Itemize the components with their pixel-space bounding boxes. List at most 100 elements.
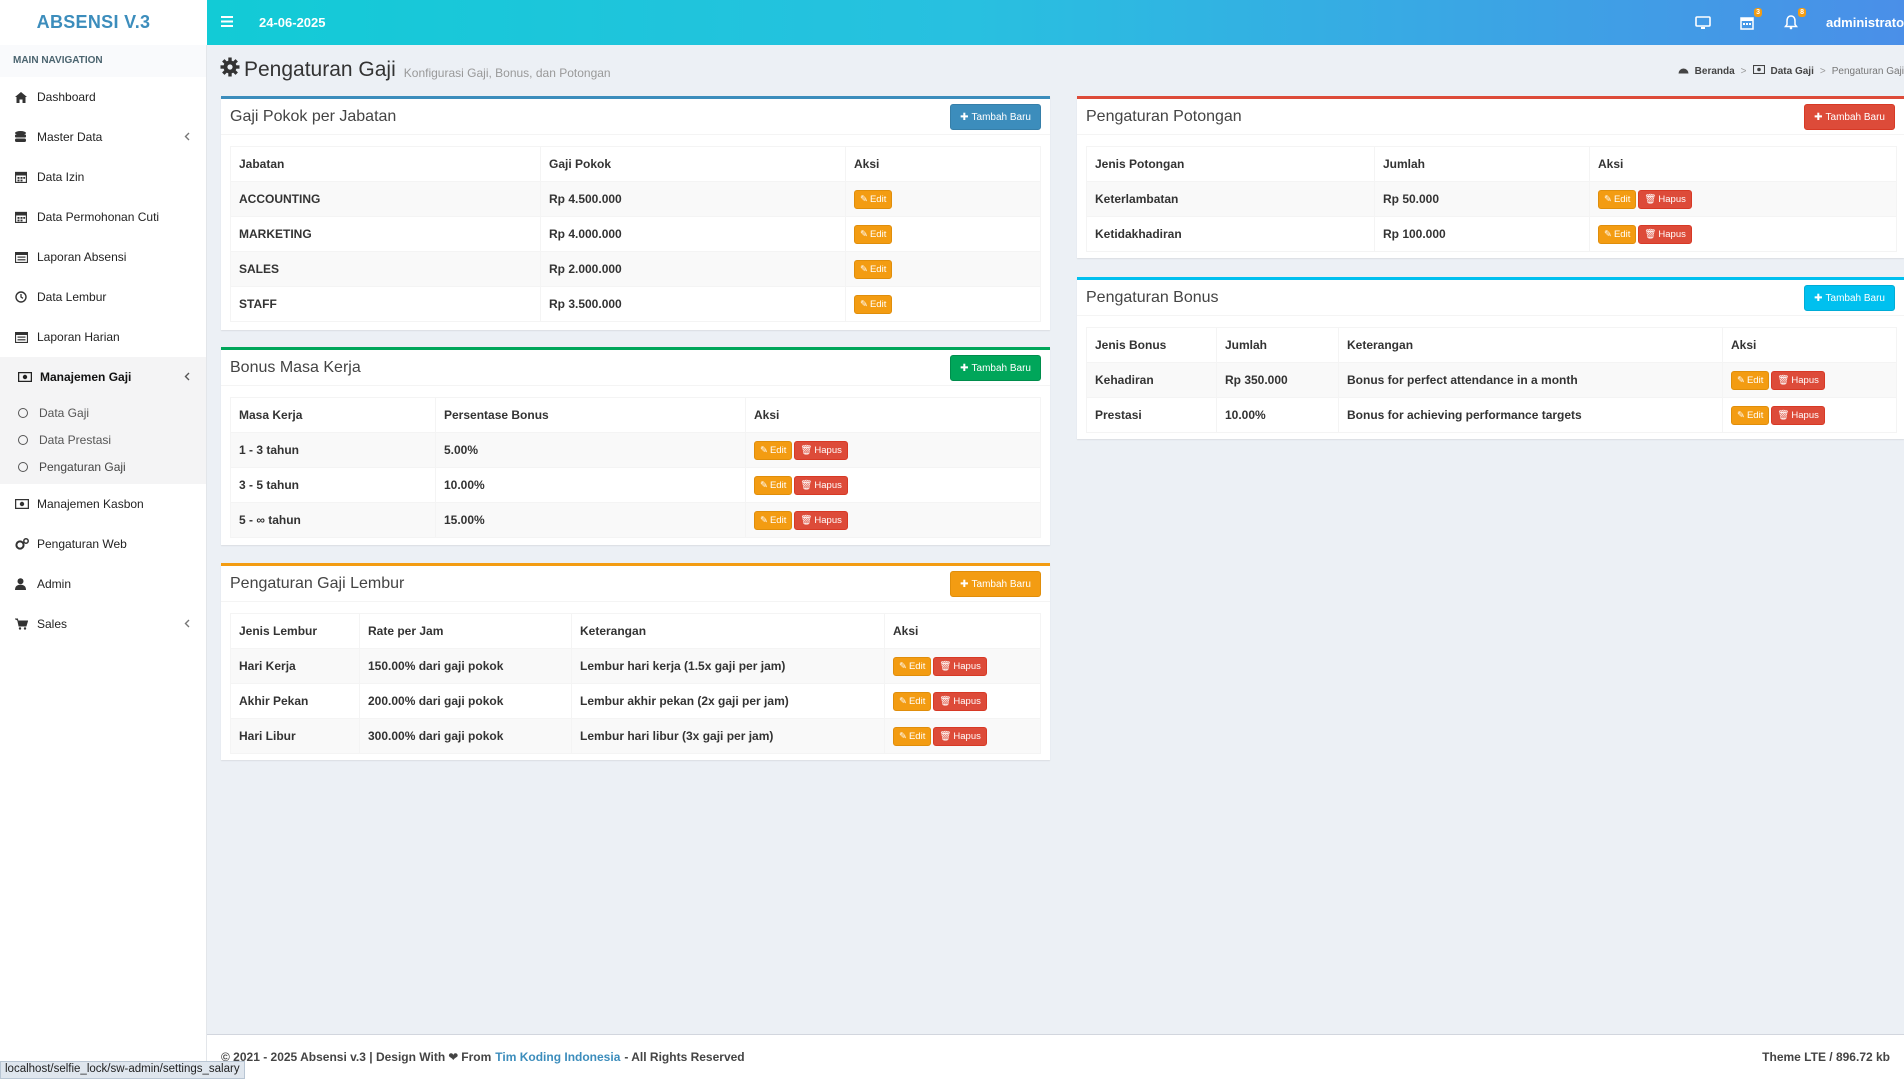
edit-button[interactable]: ✎ Edit [1598, 189, 1637, 209]
breadcrumb-separator: > [1819, 65, 1826, 77]
edit-button[interactable]: ✎ Edit [754, 440, 793, 460]
delete-button[interactable]: 🗑 Hapus [933, 656, 987, 676]
add-gaji-lembur-button[interactable]: ✚ Tambah Baru [950, 571, 1041, 597]
table-row: Akhir Pekan 200.00% dari gaji pokok Lemb… [230, 683, 1041, 719]
edit-button[interactable]: ✎ Edit [893, 726, 932, 746]
breadcrumb-current: Pengaturan Gaji [1831, 65, 1904, 77]
box-title: Pengaturan Potongan [1086, 107, 1242, 125]
bell-badge: 8 [1798, 7, 1806, 17]
cell-jenis-lembur: Akhir Pekan [230, 683, 360, 719]
plus-icon: ✚ [1814, 111, 1823, 123]
submenu-item-data-gaji[interactable]: Data Gaji [0, 399, 206, 426]
edit-button[interactable]: ✎ Edit [854, 259, 893, 279]
sidebar-item-label: Manajemen Gaji [40, 370, 132, 384]
add-bonus-masa-kerja-button[interactable]: ✚ Tambah Baru [950, 355, 1041, 381]
column-header: Jumlah [1216, 327, 1339, 363]
table-row: Keterlambatan Rp 50.000 ✎ Edit 🗑 Hapus [1086, 181, 1897, 217]
edit-button[interactable]: ✎ Edit [854, 224, 893, 244]
footer-theme: Theme LTE / 896.72 kb [1762, 1050, 1890, 1064]
submenu-item-pengaturan-gaji[interactable]: Pengaturan Gaji [0, 453, 206, 480]
table-row: Ketidakhadiran Rp 100.000 ✎ Edit 🗑 Hapus [1086, 216, 1897, 252]
edit-button[interactable]: ✎ Edit [854, 294, 893, 314]
submenu-item-data-prestasi[interactable]: Data Prestasi [0, 426, 206, 453]
delete-button[interactable]: 🗑 Hapus [1771, 370, 1825, 390]
top-bar: ABSENSI V.3 24-06-2025 3 8 administrator [0, 0, 1904, 45]
chevron-left-icon [184, 617, 190, 631]
table-header-row: Jenis Potongan Jumlah Aksi [1086, 146, 1897, 182]
circle-icon [18, 407, 28, 418]
delete-button[interactable]: 🗑 Hapus [1771, 405, 1825, 425]
submenu-manajemen-gaji: Data Gaji Data Prestasi Pengaturan Gaji [0, 397, 206, 484]
cell-gaji: Rp 4.500.000 [540, 181, 846, 217]
menu-toggle-icon[interactable] [207, 14, 247, 32]
bell-icon[interactable]: 8 [1782, 7, 1806, 32]
sidebar-header: MAIN NAVIGATION [0, 45, 206, 77]
edit-button[interactable]: ✎ Edit [1598, 224, 1637, 244]
delete-button[interactable]: 🗑 Hapus [1638, 189, 1692, 209]
money-icon [18, 372, 40, 382]
user-menu[interactable]: administrator [1826, 15, 1904, 30]
sidebar-item-dashboard[interactable]: Dashboard [0, 77, 206, 117]
list-alt-icon [15, 331, 37, 343]
column-header: Aksi [745, 397, 1041, 433]
plus-icon: ✚ [960, 362, 969, 374]
sidebar-item-label: Data Izin [37, 170, 85, 184]
sidebar-item-manajemen-kasbon[interactable]: Manajemen Kasbon [0, 484, 206, 524]
sidebar-item-data-permohonan-cuti[interactable]: Data Permohonan Cuti [0, 197, 206, 237]
delete-button[interactable]: 🗑 Hapus [794, 440, 848, 460]
plus-icon: ✚ [1814, 292, 1823, 304]
box-title: Pengaturan Bonus [1086, 288, 1219, 306]
edit-button[interactable]: ✎ Edit [1731, 370, 1770, 390]
page-header: Pengaturan Gaji Konfigurasi Gaji, Bonus,… [207, 45, 1904, 94]
add-bonus-button[interactable]: ✚ Tambah Baru [1804, 285, 1895, 311]
cogs-icon [15, 538, 37, 550]
breadcrumb-home[interactable]: Beranda [1695, 66, 1735, 77]
sidebar-item-data-izin[interactable]: Data Izin [0, 157, 206, 197]
footer: © 2021 - 2025 Absensi v.3 | Design With … [207, 1034, 1904, 1079]
edit-button[interactable]: ✎ Edit [1731, 405, 1770, 425]
column-header: Jenis Bonus [1086, 327, 1217, 363]
page-title-text: Pengaturan Gaji [244, 57, 396, 81]
edit-button[interactable]: ✎ Edit [854, 189, 893, 209]
add-potongan-button[interactable]: ✚ Tambah Baru [1804, 104, 1895, 130]
delete-button[interactable]: 🗑 Hapus [933, 691, 987, 711]
sidebar-item-manajemen-gaji[interactable]: Manajemen Gaji [0, 357, 206, 397]
cell-masa-kerja: 5 - ∞ tahun [230, 502, 436, 538]
breadcrumb-data-gaji[interactable]: Data Gaji [1771, 66, 1814, 77]
sidebar-item-master-data[interactable]: Master Data [0, 117, 206, 157]
plus-icon: ✚ [960, 111, 969, 123]
calendar-icon[interactable]: 3 [1738, 7, 1762, 32]
column-header: Gaji Pokok [540, 146, 846, 182]
edit-button[interactable]: ✎ Edit [754, 475, 793, 495]
edit-button[interactable]: ✎ Edit [893, 691, 932, 711]
edit-button[interactable]: ✎ Edit [754, 510, 793, 530]
plus-icon: ✚ [960, 578, 969, 590]
sidebar-item-label: Pengaturan Web [37, 537, 127, 551]
footer-link[interactable]: Tim Koding Indonesia [495, 1050, 620, 1064]
monitor-icon[interactable] [1694, 14, 1712, 32]
cell-rate: 300.00% dari gaji pokok [359, 718, 572, 754]
app-logo[interactable]: ABSENSI V.3 [0, 0, 207, 45]
chevron-left-icon [184, 130, 190, 144]
box-bonus: Pengaturan Bonus ✚ Tambah Baru Jenis Bonu… [1077, 277, 1904, 439]
sidebar-item-sales[interactable]: Sales [0, 604, 206, 644]
table-row: 1 - 3 tahun 5.00% ✎ Edit 🗑 Hapus [230, 432, 1041, 468]
sidebar-item-data-lembur[interactable]: Data Lembur [0, 277, 206, 317]
trash-icon: 🗑 [800, 444, 813, 456]
calendar-icon [15, 211, 37, 223]
cell-jenis-lembur: Hari Kerja [230, 648, 360, 684]
sidebar-item-laporan-harian[interactable]: Laporan Harian [0, 317, 206, 357]
delete-button[interactable]: 🗑 Hapus [794, 510, 848, 530]
box-title: Bonus Masa Kerja [230, 358, 361, 376]
gaji-lembur-table: Jenis Lembur Rate per Jam Keterangan Aks… [230, 613, 1041, 754]
sidebar-item-pengaturan-web[interactable]: Pengaturan Web [0, 524, 206, 564]
column-header: Aksi [1589, 146, 1897, 182]
delete-button[interactable]: 🗑 Hapus [794, 475, 848, 495]
delete-button[interactable]: 🗑 Hapus [1638, 224, 1692, 244]
sidebar-item-admin[interactable]: Admin [0, 564, 206, 604]
add-gaji-pokok-button[interactable]: ✚ Tambah Baru [950, 104, 1041, 130]
sidebar-item-laporan-absensi[interactable]: Laporan Absensi [0, 237, 206, 277]
edit-button[interactable]: ✎ Edit [893, 656, 932, 676]
delete-button[interactable]: 🗑 Hapus [933, 726, 987, 746]
submenu-item-label: Data Prestasi [39, 432, 112, 447]
